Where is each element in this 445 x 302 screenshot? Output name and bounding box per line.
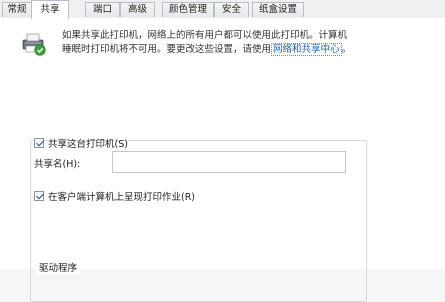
- share-printer-checkbox[interactable]: [34, 137, 44, 148]
- sharing-description: 如果共享此打印机，网络上的所有用户都可以使用此打印机。计算机 睡眠时打印机将不可…: [62, 29, 442, 57]
- tab-color-management[interactable]: 颜色管理: [162, 2, 214, 17]
- description-line-1: 如果共享此打印机，网络上的所有用户都可以使用此打印机。计算机: [62, 30, 348, 41]
- share-name-label: 共享名(H):: [34, 159, 81, 170]
- share-name-input[interactable]: [112, 151, 346, 173]
- tab-bar: 常规 共享 端口 高级 颜色管理 安全 纸盒设置: [0, 0, 445, 19]
- drivers-group-label: 驱动程序: [36, 260, 81, 274]
- tab-sharing[interactable]: 共享: [31, 0, 69, 19]
- network-sharing-center-link[interactable]: 网络和共享中心: [271, 43, 342, 56]
- render-on-client-option[interactable]: 在客户端计算机上呈现打印作业(R): [34, 189, 196, 203]
- tab-tray-settings[interactable]: 纸盒设置: [252, 2, 304, 17]
- tab-security[interactable]: 安全: [214, 2, 249, 17]
- tab-ports[interactable]: 端口: [85, 2, 120, 17]
- description-line-2-suffix: 。: [341, 44, 352, 55]
- share-printer-label: 共享这台打印机(S): [48, 138, 128, 150]
- share-printer-option[interactable]: 共享这台打印机(S): [34, 136, 128, 150]
- description-line-2-prefix: 睡眠时打印机将不可用。要更改这些设置，请使用: [62, 44, 272, 55]
- tab-advanced[interactable]: 高级: [120, 2, 155, 17]
- render-on-client-checkbox[interactable]: [34, 190, 44, 201]
- printer-share-icon: [22, 33, 46, 56]
- tab-general[interactable]: 常规: [2, 2, 32, 17]
- render-on-client-label: 在客户端计算机上呈现打印作业(R): [48, 191, 196, 203]
- description-line-2: 睡眠时打印机将不可用。要更改这些设置，请使用 网络和共享中心。: [62, 43, 442, 57]
